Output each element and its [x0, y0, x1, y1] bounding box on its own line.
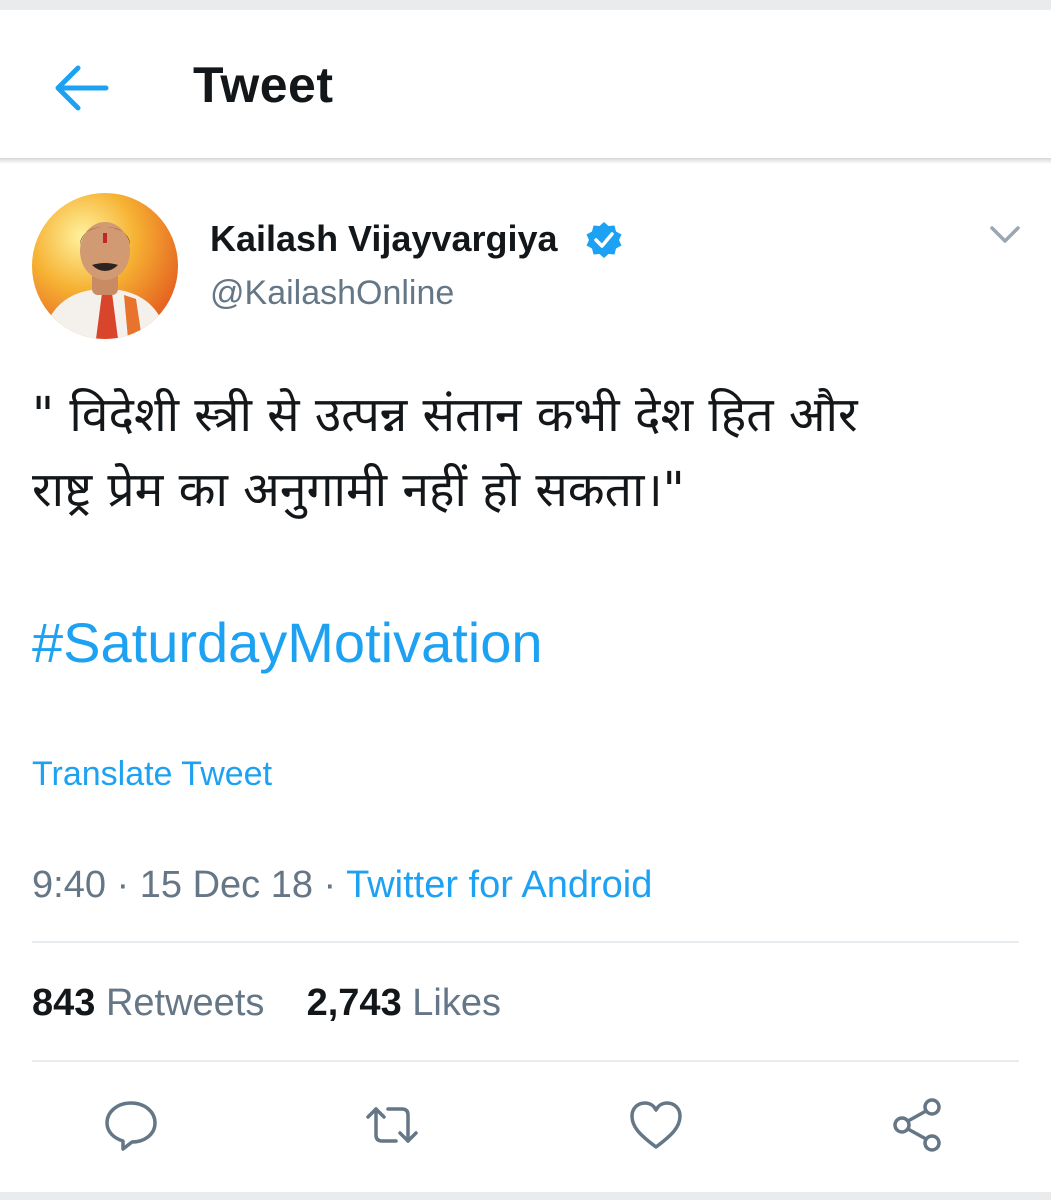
likes-label: Likes	[412, 982, 501, 1024]
tweet-options-button[interactable]	[984, 218, 1026, 252]
verified-badge-icon	[586, 222, 622, 258]
retweet-button[interactable]	[362, 1095, 422, 1155]
share-button[interactable]	[888, 1095, 948, 1155]
profile-photo	[32, 193, 178, 339]
app-bar	[0, 10, 1051, 160]
likes-count: 2,743	[306, 982, 402, 1024]
like-icon	[630, 1101, 682, 1149]
status-bar-edge	[0, 0, 1051, 10]
page-title: Tweet	[193, 57, 334, 113]
retweet-icon	[366, 1107, 418, 1143]
author-handle[interactable]: @KailashOnline	[210, 274, 454, 313]
translate-tweet-link[interactable]: Translate Tweet	[32, 755, 272, 794]
retweets-stat[interactable]: 843 Retweets	[32, 982, 264, 1024]
retweets-count: 843	[32, 982, 96, 1024]
divider	[32, 941, 1019, 943]
avatar[interactable]	[32, 193, 178, 339]
likes-stat[interactable]: 2,743 Likes	[307, 982, 501, 1024]
bottom-edge	[0, 1192, 1051, 1200]
arrow-left-icon	[55, 65, 109, 111]
retweets-label: Retweets	[105, 982, 265, 1024]
like-button[interactable]	[626, 1095, 686, 1155]
share-icon	[893, 1098, 941, 1152]
chevron-down-icon	[990, 226, 1020, 243]
tweet-metadata: 9:40 · 15 Dec 18 · Twitter for Android	[32, 864, 652, 907]
author-name[interactable]: Kailash Vijayvargiya	[210, 218, 558, 260]
hashtag-link[interactable]: #SaturdayMotivation	[32, 610, 543, 675]
reply-button[interactable]	[101, 1095, 161, 1155]
meta-separator: ·	[312, 864, 347, 906]
app-bar-shadow	[0, 158, 1051, 164]
engagement-stats: 843 Retweets 2,743 Likes	[32, 982, 501, 1025]
tweet-time: 9:40	[32, 864, 106, 906]
reply-icon	[105, 1101, 157, 1151]
back-button[interactable]	[48, 58, 112, 118]
tweet-text: " विदेशी स्त्री से उत्पन्न संतान कभी देश…	[32, 387, 858, 518]
divider	[32, 1060, 1019, 1062]
meta-separator: ·	[105, 864, 140, 906]
tweet-date: 15 Dec 18	[139, 864, 313, 906]
tweet-source-link[interactable]: Twitter for Android	[346, 864, 652, 906]
